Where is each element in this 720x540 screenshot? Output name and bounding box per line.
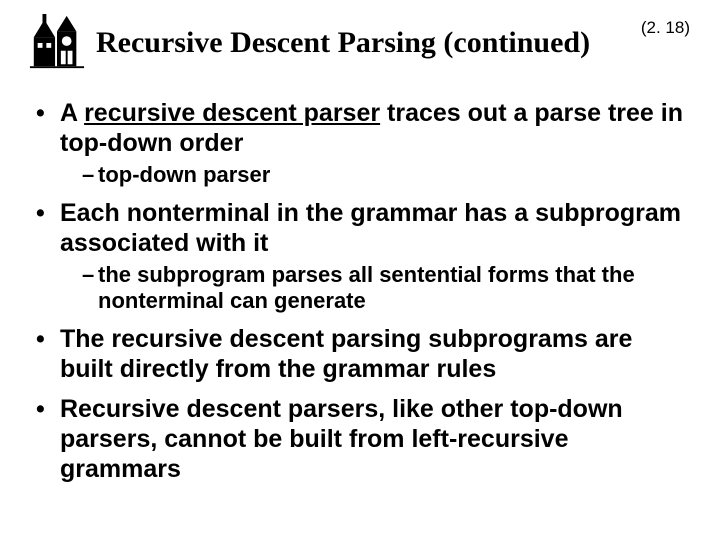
bullet-list: A recursive descent parser traces out a … xyxy=(28,98,692,484)
list-item: The recursive descent parsing subprogram… xyxy=(34,324,686,384)
bullet-text: A recursive descent parser traces out a … xyxy=(60,99,683,157)
slide: Recursive Descent Parsing (continued) (2… xyxy=(0,0,720,540)
bullet-text: Recursive descent parsers, like other to… xyxy=(60,395,623,483)
bullet-text: The recursive descent parsing subprogram… xyxy=(60,325,632,383)
sub-list: top-down parser xyxy=(60,162,686,188)
sub-list-item: the subprogram parses all sentential for… xyxy=(82,262,686,314)
sub-list-item: top-down parser xyxy=(82,162,686,188)
list-item: Each nonterminal in the grammar has a su… xyxy=(34,198,686,314)
slide-header: Recursive Descent Parsing (continued) (2… xyxy=(28,18,692,72)
list-item: A recursive descent parser traces out a … xyxy=(34,98,686,188)
page-number: (2. 18) xyxy=(641,18,692,38)
list-item: Recursive descent parsers, like other to… xyxy=(34,394,686,484)
slide-title: Recursive Descent Parsing (continued) xyxy=(96,18,641,59)
bullet-text: Each nonterminal in the grammar has a su… xyxy=(60,199,681,257)
sub-list: the subprogram parses all sentential for… xyxy=(60,262,686,314)
institution-logo-icon xyxy=(28,14,86,72)
